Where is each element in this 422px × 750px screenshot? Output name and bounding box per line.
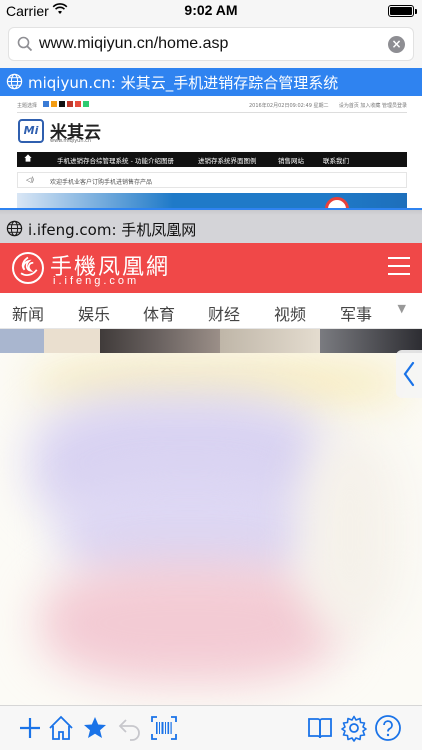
tab-video[interactable]: 视频 xyxy=(274,301,306,325)
notice-bar: ◁) 欢迎手机业客户订购手机进销售存产品 xyxy=(17,172,407,188)
clock: 9:02 AM xyxy=(184,2,238,18)
tab-entertainment[interactable]: 娱乐 xyxy=(78,301,110,325)
tab-news[interactable]: 新闻 xyxy=(12,301,44,325)
globe-icon xyxy=(6,73,23,90)
gear-icon[interactable] xyxy=(340,714,368,742)
address-bar-area: www.miqiyun.cn/home.asp × xyxy=(0,22,422,68)
tab-title: i.ifeng.com: 手机凤凰网 xyxy=(28,221,197,239)
speaker-icon: ◁) xyxy=(26,176,35,184)
chevron-down-icon[interactable]: ▼ xyxy=(398,302,406,315)
miqiyun-logo: Mi xyxy=(18,119,44,143)
miqiyun-banner xyxy=(17,193,407,208)
plus-icon[interactable] xyxy=(16,714,44,742)
date-text: 2016年02月02日09:02:49 星期二 xyxy=(249,103,329,109)
back-icon[interactable] xyxy=(116,714,144,742)
ifeng-category-tabs: 新闻 娱乐 体育 财经 视频 军事 ▼ xyxy=(0,293,422,329)
top-links[interactable]: 设为首页 加入收藏 管理员登录 xyxy=(339,102,407,109)
theme-label: 主题选择 xyxy=(17,103,38,109)
ifeng-logo-icon[interactable] xyxy=(12,252,44,284)
status-bar: Carrier 9:02 AM xyxy=(0,0,422,22)
home-icon[interactable] xyxy=(24,154,32,162)
nav-item[interactable]: 手机进销存合综管理系统 - 功能介绍图册 xyxy=(57,155,174,165)
book-icon[interactable] xyxy=(306,714,334,742)
news-image-strip[interactable] xyxy=(0,329,422,353)
globe-icon xyxy=(6,220,23,237)
miqiyun-nav: 手机进销存合综管理系统 - 功能介绍图册 进销存系统界面图例 销售网站 联系我们 xyxy=(17,152,407,167)
side-panel-toggle[interactable] xyxy=(396,350,422,398)
blurred-page-content xyxy=(0,353,422,705)
star-icon[interactable] xyxy=(81,714,109,742)
url-text: www.miqiyun.cn/home.asp xyxy=(39,35,229,52)
brand-url: www.miqiyun.cn xyxy=(50,138,92,144)
notice-text: 欢迎手机业客户订购手机进销售存产品 xyxy=(50,179,153,186)
tab-header-ifeng[interactable]: i.ifeng.com: 手机凤凰网 xyxy=(0,215,422,243)
hamburger-icon[interactable] xyxy=(388,257,410,277)
theme-swatches[interactable] xyxy=(43,101,89,107)
chevron-left-icon xyxy=(403,361,415,387)
tab-finance[interactable]: 财经 xyxy=(208,301,240,325)
tab-header-miqiyun[interactable]: miqiyun.cn: 米其云_手机进销存踪合管理系统 xyxy=(0,68,422,96)
help-icon[interactable] xyxy=(374,714,402,742)
home-icon[interactable] xyxy=(47,714,75,742)
bottom-toolbar xyxy=(0,705,422,750)
nav-item[interactable]: 联系我们 xyxy=(323,155,349,165)
divider xyxy=(17,112,407,113)
clear-icon[interactable]: × xyxy=(388,36,405,53)
nav-item[interactable]: 进销存系统界面图例 xyxy=(198,155,257,165)
miqiyun-page-preview[interactable]: 主题选择 2016年02月02日09:02:49 星期二 设为首页 加入收藏 管… xyxy=(0,96,422,208)
tab-military[interactable]: 军事 xyxy=(340,301,372,325)
nav-item[interactable]: 销售网站 xyxy=(278,155,304,165)
ifeng-logo-url: i.ifeng.com xyxy=(53,275,140,287)
address-field[interactable]: www.miqiyun.cn/home.asp × xyxy=(8,27,414,61)
battery-icon xyxy=(388,5,417,17)
tab-title: miqiyun.cn: 米其云_手机进销存踪合管理系统 xyxy=(28,74,339,92)
search-icon xyxy=(17,36,33,52)
ifeng-header: 手機凤凰網 i.ifeng.com xyxy=(0,243,422,293)
miqiyun-topline: 主题选择 2016年02月02日09:02:49 星期二 设为首页 加入收藏 管… xyxy=(17,101,407,111)
tab-sports[interactable]: 体育 xyxy=(143,301,175,325)
barcode-icon[interactable] xyxy=(150,714,178,742)
